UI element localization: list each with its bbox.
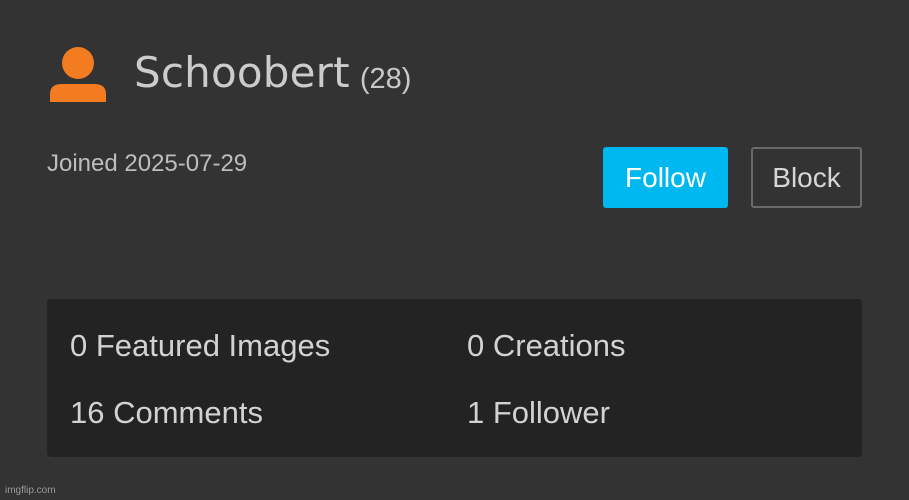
stats-panel: 0 Featured Images 0 Creations 16 Comment… xyxy=(47,299,862,457)
stat-followers[interactable]: 1 Follower xyxy=(467,397,610,428)
user-silhouette-icon xyxy=(50,47,106,102)
stat-creations[interactable]: 0 Creations xyxy=(467,330,626,361)
follow-button[interactable]: Follow xyxy=(603,147,728,208)
username[interactable]: Schoobert xyxy=(134,52,350,94)
imgflip-watermark: imgflip.com xyxy=(5,485,56,496)
stat-featured-images[interactable]: 0 Featured Images xyxy=(70,330,330,361)
joined-date: Joined 2025-07-29 xyxy=(47,150,248,177)
stat-comments[interactable]: 16 Comments xyxy=(70,397,263,428)
user-points: (28) xyxy=(359,62,412,95)
block-button[interactable]: Block xyxy=(751,147,862,208)
profile-header: Schoobert (28) xyxy=(48,44,411,102)
